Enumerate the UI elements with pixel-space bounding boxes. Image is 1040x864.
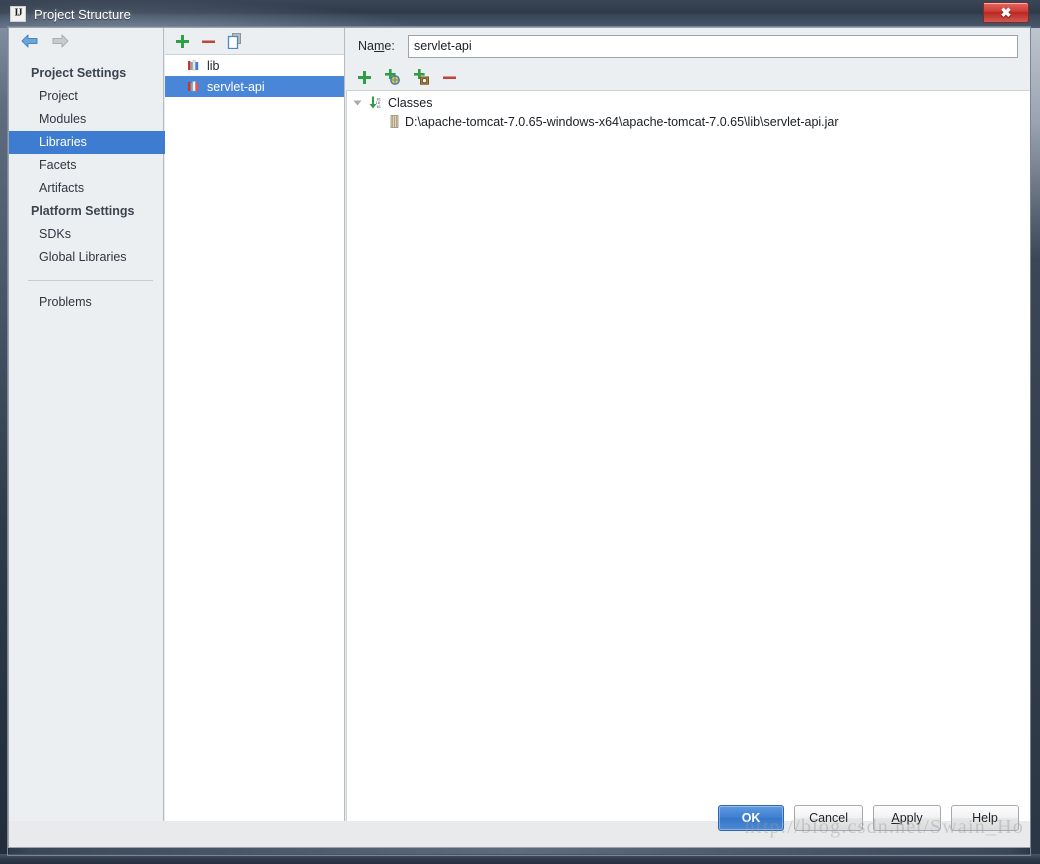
sidebar-item-artifacts[interactable]: Artifacts — [9, 177, 163, 200]
sidebar-item-global-libraries[interactable]: Global Libraries — [9, 246, 163, 269]
sidebar-group-project-settings: Project Settings — [31, 66, 127, 80]
close-glyph: ✖ — [1000, 5, 1012, 20]
name-label-mnemonic: m — [373, 39, 385, 53]
sidebar-item-modules[interactable]: Modules — [9, 108, 163, 131]
sidebar-item-problems[interactable]: Problems — [9, 291, 163, 314]
sidebar-item-libraries[interactable]: Libraries — [9, 131, 181, 154]
name-label-before: Na — [358, 39, 374, 53]
close-icon[interactable]: ✖ — [983, 2, 1029, 23]
jar-file-icon — [390, 115, 399, 128]
sidebar-item-list: Project Settings Project Modules Librari… — [9, 54, 181, 314]
sidebar-divider — [28, 280, 153, 281]
dialog-buttons: OK Cancel Apply Help — [718, 805, 1019, 831]
library-books-icon — [188, 60, 199, 71]
list-item[interactable]: servlet-api — [165, 76, 344, 97]
plus-icon[interactable] — [175, 34, 190, 49]
plus-globe-icon[interactable] — [384, 69, 401, 85]
library-roots-tree: 01 10 01 Classes D:\apache-tomcat-7.0.65… — [346, 90, 1030, 823]
library-roots-toolbar — [346, 64, 1030, 90]
copy-icon[interactable] — [227, 33, 242, 49]
cancel-button[interactable]: Cancel — [794, 805, 863, 831]
svg-text:01: 01 — [377, 105, 381, 109]
help-button[interactable]: Help — [951, 805, 1019, 831]
intellij-idea-icon: IJ — [10, 6, 26, 22]
library-detail-panel: Name: servlet-api 01 10 01 Classes D:\ap… — [346, 28, 1030, 823]
apply-button-rest: pply — [899, 811, 923, 825]
name-input[interactable] — [408, 34, 1018, 58]
library-books-icon — [188, 81, 199, 92]
window-frame: IJ Project Structure ✖ Project Settings … — [0, 0, 1040, 864]
name-label: Name: — [358, 39, 398, 53]
tree-node-label: Classes — [388, 95, 433, 110]
sidebar-group-platform-settings: Platform Settings — [31, 204, 135, 218]
minus-icon[interactable] — [201, 34, 216, 49]
window-title: Project Structure — [34, 6, 131, 22]
settings-sidebar: Project Settings Project Modules Librari… — [9, 28, 181, 823]
list-item-label: lib — [207, 58, 220, 73]
ok-button[interactable]: OK — [718, 805, 785, 831]
list-item-label: servlet-api — [207, 79, 265, 94]
name-label-after: e: — [384, 39, 395, 53]
sidebar-item-project[interactable]: Project — [9, 85, 163, 108]
classes-root-icon: 01 10 01 — [369, 96, 381, 109]
triangle-down-icon[interactable] — [352, 97, 363, 108]
sidebar-item-sdks[interactable]: SDKs — [9, 223, 163, 246]
tree-row-classes[interactable]: 01 10 01 Classes — [347, 93, 1030, 112]
title-bar[interactable]: IJ Project Structure ✖ — [0, 0, 1040, 28]
minus-icon[interactable] — [442, 70, 457, 85]
arrow-right-icon — [52, 34, 69, 48]
navigation-arrows — [9, 28, 163, 54]
sidebar-item-facets[interactable]: Facets — [9, 154, 163, 177]
library-items: lib servlet-api — [165, 54, 344, 823]
window-border-bottom — [0, 854, 1040, 864]
library-list-panel: lib servlet-api — [165, 28, 345, 823]
list-item[interactable]: lib — [165, 55, 344, 76]
apply-button-mnemonic: A — [891, 811, 900, 825]
tree-node-label: D:\apache-tomcat-7.0.65-windows-x64\apac… — [405, 114, 839, 129]
name-row: Name: — [346, 28, 1030, 64]
library-toolbar — [165, 28, 344, 54]
plus-jar-icon[interactable] — [413, 69, 430, 85]
tree-row-jar[interactable]: D:\apache-tomcat-7.0.65-windows-x64\apac… — [347, 112, 1030, 131]
project-structure-dialog: Project Settings Project Modules Librari… — [8, 27, 1031, 848]
apply-button[interactable]: Apply — [873, 805, 941, 831]
arrow-left-icon[interactable] — [21, 34, 38, 48]
plus-icon[interactable] — [357, 70, 372, 85]
